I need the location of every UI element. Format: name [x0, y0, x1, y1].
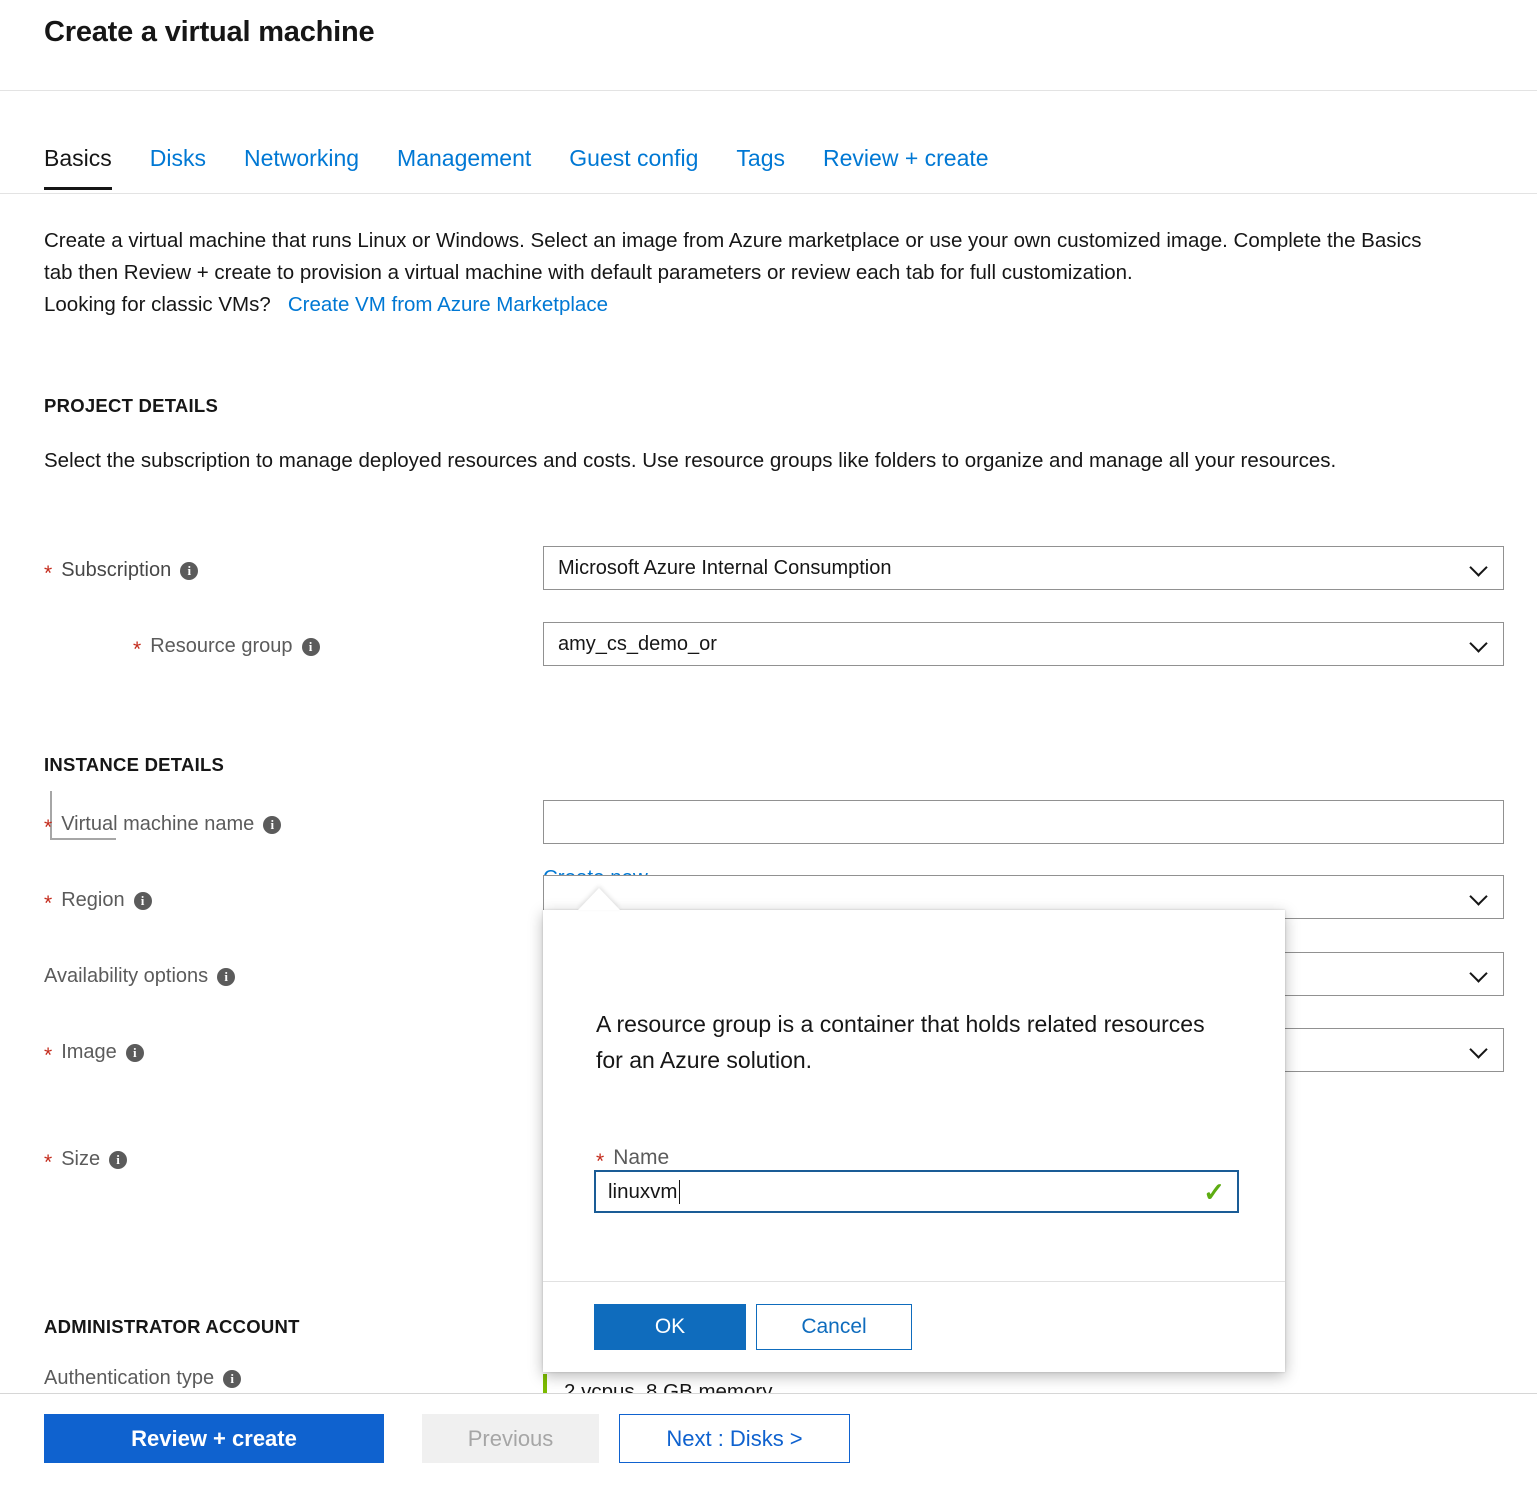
info-icon[interactable]: i	[180, 561, 199, 580]
tab-list: Basics Disks Networking Management Guest con…	[44, 139, 1027, 193]
resource-group-dropdown[interactable]: amy_cs_demo_or	[543, 622, 1504, 666]
tab-management[interactable]: Management	[397, 139, 531, 190]
resource-group-label: * Resource group i	[133, 635, 320, 661]
size-label: * Size i	[44, 1148, 128, 1174]
ok-button[interactable]: OK	[594, 1304, 746, 1350]
blade-content: Create a virtual machine that runs Linux…	[0, 194, 1537, 1393]
image-label: * Image i	[44, 1041, 144, 1067]
project-details-heading: PROJECT DETAILS	[44, 395, 219, 416]
info-icon[interactable]: i	[133, 891, 152, 910]
vm-name-input[interactable]	[543, 800, 1504, 844]
resource-group-label-text: Resource group	[150, 635, 293, 657]
callout-name-label: * Name	[596, 1146, 670, 1173]
callout-body: A resource group is a container that hol…	[543, 910, 1285, 1281]
info-icon[interactable]: i	[217, 967, 236, 986]
cancel-button[interactable]: Cancel	[756, 1304, 912, 1350]
callout-pointer-arrow	[578, 888, 620, 910]
required-asterisk: *	[133, 638, 142, 661]
project-details-description: Select the subscription to manage deploy…	[44, 449, 1337, 472]
instance-details-heading: INSTANCE DETAILS	[44, 754, 225, 775]
required-asterisk: *	[44, 1151, 53, 1174]
region-label-text: Region	[61, 889, 125, 911]
tab-review-create[interactable]: Review + create	[823, 139, 989, 190]
review-create-button[interactable]: Review + create	[44, 1414, 384, 1463]
create-vm-blade: Create a virtual machine Basics Disks Netw…	[0, 0, 1537, 1501]
subscription-label: * Subscription i	[44, 559, 199, 585]
info-icon[interactable]: i	[223, 1369, 242, 1388]
subscription-value: Microsoft Azure Internal Consumption	[558, 556, 892, 579]
chevron-down-icon	[1469, 1040, 1489, 1060]
intro-text: Create a virtual machine that runs Linux…	[44, 225, 1444, 321]
tab-tags[interactable]: Tags	[736, 139, 785, 190]
blade-header: Create a virtual machine	[0, 0, 1537, 91]
vm-name-label: * Virtual machine name i	[44, 813, 282, 839]
administrator-account-heading: ADMINISTRATOR ACCOUNT	[44, 1316, 300, 1337]
callout-name-label-text: Name	[613, 1146, 670, 1169]
resource-group-name-value: linuxvm	[608, 1179, 678, 1203]
classic-vm-prompt: Looking for classic VMs?	[44, 293, 271, 316]
next-disks-button[interactable]: Next : Disks >	[619, 1414, 850, 1463]
callout-footer: OK Cancel	[543, 1281, 1285, 1372]
subscription-label-text: Subscription	[61, 559, 172, 581]
availability-options-label-text: Availability options	[44, 965, 209, 987]
info-icon[interactable]: i	[263, 815, 282, 834]
chevron-down-icon	[1469, 558, 1489, 578]
tab-bar: Basics Disks Networking Management Guest con…	[0, 139, 1537, 194]
authentication-type-label: Authentication type i	[44, 1367, 242, 1390]
required-asterisk: *	[44, 892, 53, 915]
classic-vm-row: Looking for classic VMs? Create VM from …	[44, 289, 1444, 321]
footer-buttons: Review + create Previous Next : Disks >	[44, 1414, 850, 1463]
authentication-type-label-text: Authentication type	[44, 1367, 215, 1389]
resource-group-value: amy_cs_demo_or	[558, 632, 717, 655]
chevron-down-icon	[1469, 634, 1489, 654]
resource-group-name-input[interactable]: linuxvm ✓	[594, 1170, 1239, 1213]
info-icon[interactable]: i	[125, 1043, 144, 1062]
required-asterisk: *	[44, 562, 53, 585]
size-summary: 2 vcpus, 8 GB memory Change size	[543, 1374, 772, 1393]
tab-guest-config[interactable]: Guest config	[569, 139, 698, 190]
intro-paragraph: Create a virtual machine that runs Linux…	[44, 229, 1422, 284]
required-asterisk: *	[44, 816, 53, 839]
tab-basics[interactable]: Basics	[44, 139, 112, 190]
create-vm-marketplace-link[interactable]: Create VM from Azure Marketplace	[288, 293, 608, 316]
checkmark-icon: ✓	[1203, 1176, 1225, 1207]
chevron-down-icon	[1469, 887, 1489, 907]
previous-button: Previous	[422, 1414, 599, 1463]
info-icon[interactable]: i	[109, 1150, 128, 1169]
callout-description: A resource group is a container that hol…	[596, 1011, 1205, 1073]
required-asterisk: *	[44, 1044, 53, 1067]
page-title: Create a virtual machine	[44, 16, 375, 48]
vm-name-label-text: Virtual machine name	[61, 813, 255, 835]
text-caret	[678, 1179, 680, 1204]
region-label: * Region i	[44, 889, 152, 915]
tab-disks[interactable]: Disks	[150, 139, 206, 190]
blade-footer: Review + create Previous Next : Disks >	[0, 1393, 1537, 1501]
image-label-text: Image	[61, 1041, 117, 1063]
size-summary-text: 2 vcpus, 8 GB memory	[564, 1380, 773, 1393]
info-icon[interactable]: i	[301, 637, 320, 656]
tab-networking[interactable]: Networking	[244, 139, 359, 190]
availability-options-label: Availability options i	[44, 965, 236, 988]
create-resource-group-callout: A resource group is a container that hol…	[543, 910, 1285, 1372]
subscription-dropdown[interactable]: Microsoft Azure Internal Consumption	[543, 546, 1504, 590]
chevron-down-icon	[1469, 964, 1489, 984]
required-asterisk: *	[596, 1149, 605, 1173]
size-label-text: Size	[61, 1148, 101, 1170]
